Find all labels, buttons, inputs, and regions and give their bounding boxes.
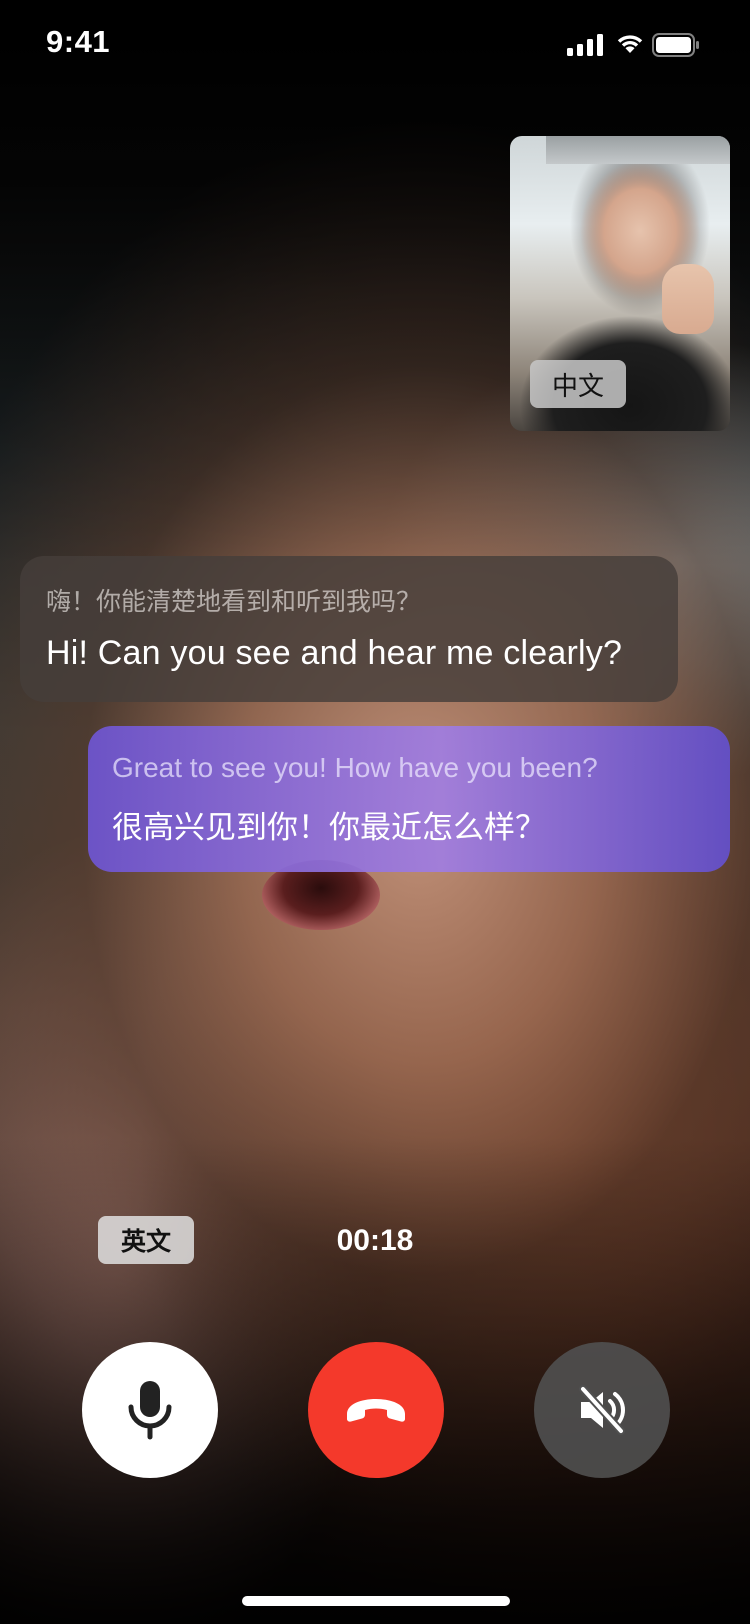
wifi-icon	[617, 35, 643, 53]
call-duration: 00:18	[336, 1224, 414, 1257]
subtitle-bubble-local: Great to see you! How have you been? 很高兴…	[88, 726, 730, 872]
pip-background-detail	[546, 136, 730, 164]
subtitle-translated-text: Hi! Can you see and hear me clearly?	[46, 634, 623, 672]
end-call-button[interactable]	[308, 1342, 444, 1478]
pip-waving-hand-detail	[662, 264, 714, 334]
cellular-signal-icon	[567, 34, 603, 56]
subtitle-bubble-remote: 嗨！你能清楚地看到和听到我吗？ Hi! Can you see and hear…	[20, 556, 678, 702]
local-language-badge[interactable]: 英文	[98, 1216, 194, 1264]
speaker-mute-button[interactable]	[534, 1342, 670, 1478]
subtitle-translated-text: 很高兴见到你！你最近怎么样？	[112, 810, 546, 846]
speaker-muted-icon	[579, 1385, 625, 1435]
status-time: 9:41	[46, 24, 111, 59]
status-bar: 9:41	[0, 0, 750, 90]
microphone-icon	[128, 1381, 172, 1440]
subtitle-original-text: 嗨！你能清楚地看到和听到我吗？	[46, 587, 422, 616]
hang-up-phone-icon	[347, 1399, 405, 1422]
battery-full-icon	[652, 33, 699, 57]
microphone-button[interactable]	[82, 1342, 218, 1478]
remote-language-badge: 中文	[530, 360, 626, 408]
remote-participant-video[interactable]: 中文	[510, 136, 730, 431]
home-indicator[interactable]	[242, 1596, 510, 1606]
video-call-screen: 9:41 中文 嗨！你能清楚地看到和听到我吗？ Hi! Can you see …	[0, 0, 750, 1624]
subtitle-original-text: Great to see you! How have you been?	[112, 752, 598, 783]
